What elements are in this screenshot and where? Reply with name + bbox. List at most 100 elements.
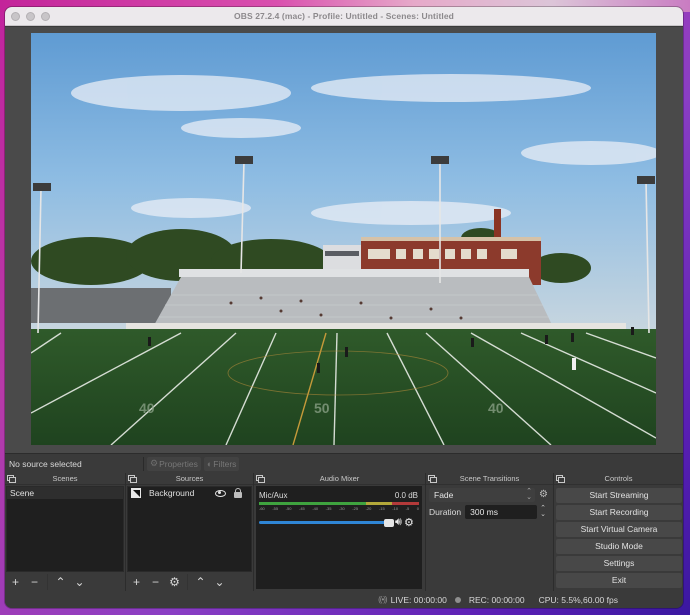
cpu-fps: CPU: 5.5%,60.00 fps [538,594,618,605]
sources-toolbar: + − ⚙ ⌃ ⌄ [127,573,229,591]
scene-transitions-dock: Scene Transitions Fade ⌃ ⌄ ⚙ Duration 300… [425,473,553,591]
move-scene-down-button[interactable]: ⌄ [70,573,89,591]
duration-stepper[interactable]: ⌃ ⌄ [540,505,546,518]
meter-ticks: -60 -55 -50 -45 -40 -35 -30 -25 -20 -15 -10 -5 0 [259,506,419,511]
volume-slider[interactable] [259,518,394,527]
sources-list: Background [127,486,252,572]
volume-controls: 🔊︎ ⚙ [259,516,419,529]
scenes-title: Scenes [52,474,78,483]
remove-source-button[interactable]: − [146,573,165,591]
duration-row: Duration 300 ms ⌃ ⌄ [429,505,550,519]
sources-dock-header[interactable]: Sources [126,473,253,485]
transition-select-row: Fade ⌃ ⌄ ⚙ [429,488,550,502]
lock-icon[interactable] [234,487,242,498]
scenes-dock: Scenes Scene + − ⌃ ⌄ [5,473,125,591]
bleachers [153,277,553,327]
window-title: OBS 27.2.4 (mac) - Profile: Untitled - S… [234,11,454,21]
studio-mode-button[interactable]: Studio Mode [556,539,682,554]
meter-tick-label: -55 [272,506,279,511]
source-properties-button[interactable]: ⚙ [165,573,184,591]
transition-select[interactable]: Fade ⌃ ⌄ [429,488,535,502]
meter-tick-label: -40 [312,506,319,511]
controls-buttons: Start Streaming Start Recording Start Vi… [554,485,683,588]
visibility-eye-icon[interactable] [215,489,226,497]
start-streaming-button[interactable]: Start Streaming [556,488,682,503]
rec-time: REC: 00:00:00 [468,594,525,605]
start-recording-button[interactable]: Start Recording [556,505,682,520]
controls-title: Controls [604,474,633,483]
record-dot-icon [454,596,461,603]
channel-name: Mic/Aux [259,491,288,500]
filters-icon: ◐ [206,458,213,469]
scenes-dock-header[interactable]: Scenes [5,473,125,485]
meter-tick-label: -25 [352,506,359,511]
settings-button[interactable]: Settings [556,556,682,571]
meter-red-zone [392,502,420,505]
meter-tick-label: -50 [285,506,292,511]
field [31,329,656,445]
undock-icon[interactable] [256,475,265,483]
close-window-button[interactable] [11,12,20,21]
undock-icon[interactable] [556,475,565,483]
scene-item[interactable]: Scene [7,487,123,499]
wall [126,323,626,329]
volume-slider-handle[interactable] [384,518,394,527]
add-source-button[interactable]: + [127,573,146,591]
divider [47,574,48,590]
source-item-label: Background [149,488,195,498]
scene-transitions-title: Scene Transitions [459,474,520,483]
player-white [572,358,576,370]
meter-tick-label: 0 [416,506,419,511]
duration-input[interactable]: 300 ms [465,505,538,519]
gear-icon: ⚙ [539,489,548,500]
volume-meter [259,502,420,505]
parking-lot [31,288,171,323]
add-scene-button[interactable]: + [6,573,25,591]
program-preview[interactable]: 40 50 40 [31,33,656,445]
controls-header[interactable]: Controls [554,473,683,485]
live-status: ((•)) LIVE: 00:00:00 [378,595,447,605]
properties-label: Properties [159,458,198,469]
transition-settings-button[interactable]: ⚙ [537,488,550,502]
meter-yellow-zone [365,502,393,505]
yard-number: 50 [314,400,330,416]
undock-icon[interactable] [128,475,137,483]
exit-button[interactable]: Exit [556,573,682,588]
duration-value: 300 ms [470,507,499,517]
filters-label: Filters [213,458,237,469]
transition-value: Fade [434,490,454,500]
undock-icon[interactable] [7,475,16,483]
yard-number: 40 [488,400,504,416]
move-scene-up-button[interactable]: ⌃ [51,573,70,591]
undock-icon[interactable] [428,475,437,483]
move-source-down-button[interactable]: ⌄ [210,573,229,591]
divider [187,574,188,590]
move-source-up-button[interactable]: ⌃ [191,573,210,591]
meter-tick-label: -35 [325,506,332,511]
sources-title: Sources [175,474,204,483]
scene-transitions-header[interactable]: Scene Transitions [426,473,553,485]
start-virtual-camera-button[interactable]: Start Virtual Camera [556,522,682,537]
meter-green-zone [259,502,366,505]
controls-dock: Controls Start Streaming Start Recording… [553,473,683,591]
mixer-channel: Mic/Aux 0.0 dB [256,486,422,500]
scenes-list: Scene [6,486,124,572]
preview-image: 40 50 40 [31,33,656,445]
gear-icon: ⚙ [150,458,159,468]
zoom-window-button[interactable] [41,12,50,21]
audio-mixer-header[interactable]: Audio Mixer [254,473,425,485]
cpu-status: CPU: 5.5%,60.00 fps [539,595,618,605]
remove-scene-button[interactable]: − [25,573,44,591]
yard-number: 40 [139,400,155,416]
filters-button[interactable]: ◐ Filters [203,456,240,471]
bleacher-back [179,269,529,277]
properties-button[interactable]: ⚙ Properties [147,456,201,471]
minimize-window-button[interactable] [26,12,35,21]
gear-icon[interactable]: ⚙ [404,516,414,529]
title-bar[interactable]: OBS 27.2.4 (mac) - Profile: Untitled - S… [5,7,683,26]
mixer-channel-list: Mic/Aux 0.0 dB -60 -55 -50 -45 -40 -35 -30 -25-… [256,486,422,589]
speaker-icon[interactable]: 🔊︎ [395,516,402,529]
meter-tick-label: -15 [378,506,385,511]
updown-chevron-icon: ⌃ ⌄ [526,488,532,501]
source-item[interactable]: Background [128,487,251,499]
